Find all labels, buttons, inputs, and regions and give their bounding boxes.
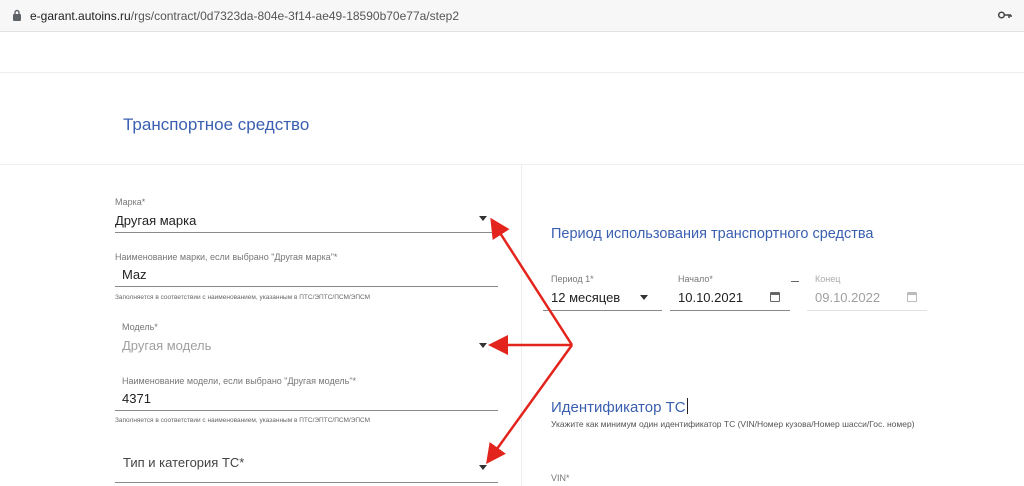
lock-icon [13, 9, 21, 21]
brand-name-value: Maz [122, 267, 147, 282]
identifier-title-text: Идентификатор ТС [551, 399, 686, 416]
model-name-input[interactable]: Наименование модели, если выбрано "Друга… [115, 376, 498, 411]
usage-period-title: Период использования транспортного средс… [551, 226, 874, 242]
start-date-label: Начало* [678, 274, 713, 284]
model-name-underline [115, 410, 498, 411]
brand-label: Марка* [115, 197, 146, 207]
model-name-label: Наименование модели, если выбрано "Друга… [122, 376, 357, 386]
start-date-underline [670, 310, 790, 311]
brand-value: Другая марка [115, 213, 197, 228]
url-path: /rgs/contract/0d7323da-804e-3f14-ae49-18… [130, 9, 459, 23]
identifier-title: Идентификатор ТС [551, 398, 688, 416]
identifier-description: Укажите как минимум один идентификатор Т… [551, 419, 915, 429]
section-divider [0, 164, 1024, 165]
header-divider [0, 72, 1024, 73]
key-icon[interactable] [998, 10, 1012, 20]
date-range-dash [791, 281, 799, 282]
vehicle-type-underline [115, 482, 498, 483]
vehicle-type-placeholder: Тип и категория ТС* [123, 455, 245, 470]
brand-name-label: Наименование марки, если выбрано "Другая… [115, 252, 338, 262]
start-calendar-icon[interactable] [770, 292, 780, 302]
start-date-input[interactable]: Начало* 10.10.2021 [670, 274, 790, 311]
period-underline [543, 310, 662, 311]
brand-select[interactable]: Марка* Другая марка [115, 197, 498, 233]
period-dropdown-caret-icon[interactable] [640, 295, 648, 300]
vehicle-type-select[interactable]: Тип и категория ТС* [115, 455, 498, 483]
vin-label: VIN* [551, 473, 570, 483]
end-calendar-icon [907, 292, 917, 302]
column-divider [521, 165, 522, 486]
browser-url-bar[interactable]: e-garant.autoins.ru/rgs/contract/0d7323d… [0, 0, 1024, 32]
brand-name-underline [115, 286, 498, 287]
brand-dropdown-caret-icon[interactable] [479, 216, 487, 221]
model-label: Модель* [122, 322, 158, 332]
vin-field[interactable]: VIN* [551, 473, 921, 486]
vehicle-type-dropdown-caret-icon[interactable] [479, 465, 487, 470]
url-host: e-garant.autoins.ru [30, 9, 131, 23]
end-date-underline [807, 310, 927, 311]
period-label: Период 1* [551, 274, 594, 284]
url-text[interactable]: e-garant.autoins.ru/rgs/contract/0d7323d… [30, 9, 459, 23]
end-date-label: Конец [815, 274, 841, 284]
period-select[interactable]: Период 1* 12 месяцев [543, 274, 662, 311]
text-cursor [686, 398, 688, 414]
model-name-value: 4371 [122, 391, 151, 406]
model-name-hint: Заполняется в соответствии с наименовани… [115, 417, 371, 424]
model-value: Другая модель [122, 338, 212, 353]
model-select[interactable]: Модель* Другая модель [115, 322, 498, 358]
model-dropdown-caret-icon[interactable] [479, 343, 487, 348]
section-title: Транспортное средство [123, 115, 310, 134]
brand-underline [115, 232, 498, 233]
brand-name-hint: Заполняется в соответствии с наименовани… [115, 294, 371, 301]
end-date-input: Конец 09.10.2022 [807, 274, 927, 311]
brand-name-input[interactable]: Наименование марки, если выбрано "Другая… [115, 252, 498, 287]
